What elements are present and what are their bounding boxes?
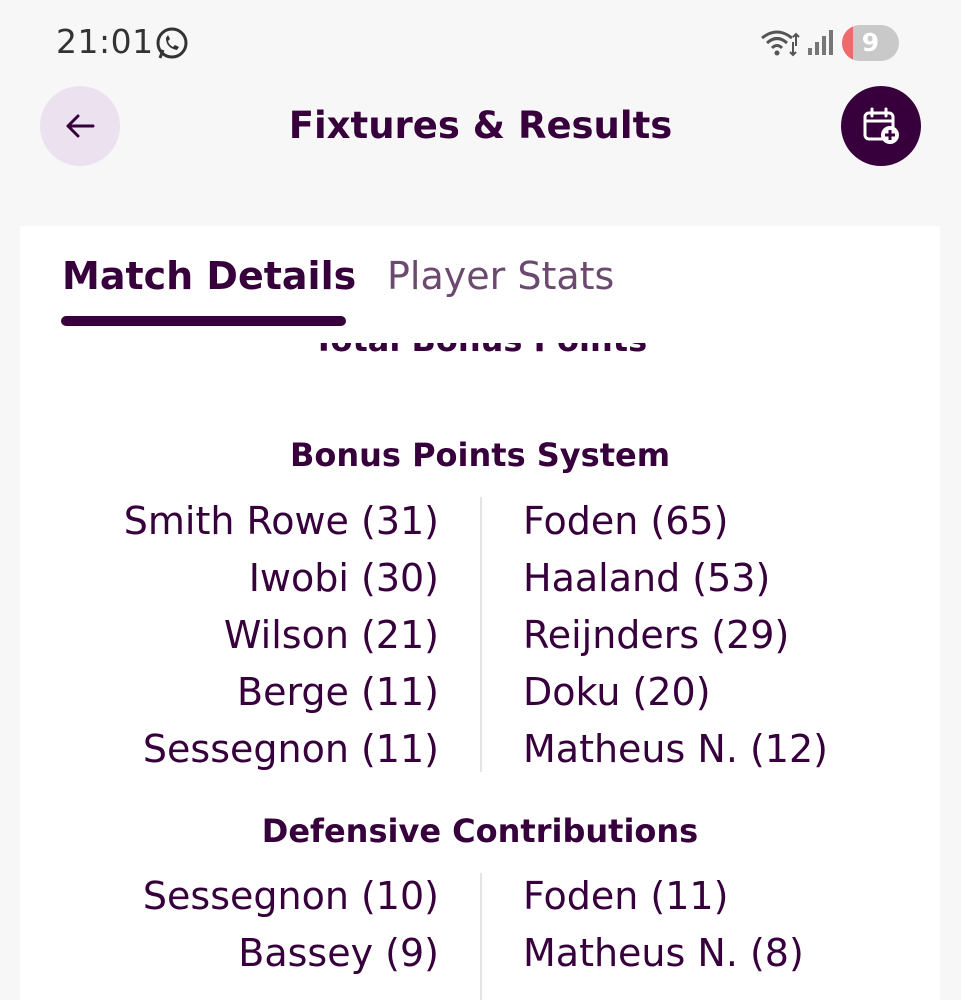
section-title-bps: Bonus Points System [289, 436, 671, 474]
list-item: Foden (11) [523, 874, 729, 918]
page-title: Fixtures & Results [288, 104, 673, 147]
cut-heading-text: Total Bonus Points [313, 343, 647, 359]
list-item: Smith Rowe (31) [123, 499, 439, 543]
status-bar: 21:01 9 [0, 0, 961, 86]
defcon-away-list: Foden (11) Matheus N. (8) [523, 873, 923, 987]
tab-bar: Match Details Player Stats [20, 226, 940, 326]
active-tab-indicator [61, 316, 346, 326]
match-details-card: Match Details Player Stats Total Bonus P… [20, 226, 940, 1000]
list-item: Matheus N. (8) [523, 931, 804, 975]
app-header: Fixtures & Results [0, 86, 961, 168]
tab-match-details[interactable]: Match Details [62, 254, 356, 298]
list-item: Sessegnon (10) [142, 874, 439, 918]
status-time: 21:01 [56, 22, 154, 61]
list-item: Bassey (9) [238, 931, 439, 975]
calendar-add-icon [863, 107, 899, 144]
list-item: Berge (11) [237, 670, 439, 714]
list-item: Foden (65) [523, 499, 729, 543]
bps-away-list: Foden (65) Haaland (53) Reijnders (29) D… [523, 498, 923, 783]
list-item: Matheus N. (12) [523, 727, 828, 771]
signal-icon [808, 30, 833, 55]
list-item: Doku (20) [523, 670, 711, 714]
list-item: Sessegnon (11) [142, 727, 439, 771]
battery-icon: 9 [842, 25, 899, 61]
total-bonus-points-heading: Total Bonus Points [20, 343, 940, 363]
match-stats-scroll[interactable]: Total Bonus Points Bonus Points System S… [20, 326, 940, 1000]
list-item: Wilson (21) [223, 613, 439, 657]
add-to-calendar-button[interactable] [841, 86, 921, 166]
list-item: Iwobi (30) [248, 556, 439, 600]
list-item: Reijnders (29) [523, 613, 790, 657]
section-title-defensive-contributions: Defensive Contributions [261, 812, 699, 850]
battery-percent: 9 [861, 28, 880, 57]
bps-home-list: Smith Rowe (31) Iwobi (30) Wilson (21) B… [59, 498, 439, 783]
tab-player-stats[interactable]: Player Stats [387, 254, 614, 298]
column-divider [480, 497, 482, 772]
list-item: Haaland (53) [523, 556, 771, 600]
defcon-home-list: Sessegnon (10) Bassey (9) [59, 873, 439, 987]
column-divider [480, 873, 482, 1000]
whatsapp-icon [156, 27, 188, 59]
wifi-icon [761, 30, 800, 57]
